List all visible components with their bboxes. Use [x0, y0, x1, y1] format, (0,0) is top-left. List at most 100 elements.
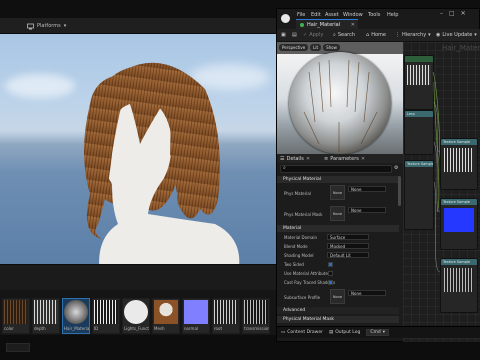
window-controls[interactable]: –□✕ — [440, 10, 472, 17]
asset-thumbnail — [244, 300, 268, 324]
chevron-down-icon: ▾ — [63, 23, 67, 29]
menu-asset[interactable]: Asset — [325, 12, 339, 18]
preview-tab-perspective[interactable]: Perspective — [279, 44, 309, 51]
section-advanced[interactable]: Advanced — [277, 307, 399, 314]
asset-name: Mesh — [154, 326, 165, 331]
asset-tile[interactable]: Hair_Material — [62, 298, 90, 334]
asset-name: transmission — [244, 326, 269, 331]
asset-thumbnail — [154, 300, 178, 324]
cmd-button[interactable]: Cmd ▾ — [366, 329, 389, 336]
shading-model-dropdown[interactable]: Default Lit — [327, 252, 369, 258]
preview-sphere-hair-cards — [303, 59, 378, 152]
asset-thumbnail — [64, 300, 88, 324]
phys-material-dropdown[interactable]: None — [348, 186, 386, 192]
search-button[interactable]: ⌕ Search — [333, 32, 355, 38]
two-sided-checkbox[interactable] — [328, 262, 333, 267]
asset-name: root — [214, 326, 223, 331]
material-domain-dropdown[interactable]: Surface — [327, 234, 369, 240]
asset-thumbnail — [214, 300, 238, 324]
live-update-icon: ◉ — [436, 32, 441, 38]
level-viewport[interactable] — [0, 34, 276, 264]
platforms-icon — [27, 23, 34, 29]
apply-icon: ✓ — [303, 32, 308, 38]
asset-thumbnail — [184, 300, 208, 324]
close-icon[interactable]: ✕ — [361, 156, 365, 162]
log-icon: ▤ — [328, 330, 334, 335]
preview-tab-show[interactable]: Show — [323, 44, 340, 51]
tab-title: Hair_Material — [307, 21, 341, 28]
asset-thumbnail — [94, 300, 118, 324]
menu-tools[interactable]: Tools — [368, 12, 380, 18]
statusbar-button[interactable] — [6, 343, 30, 352]
search-icon: ⌕ — [283, 165, 286, 171]
menu-help[interactable]: Help — [387, 12, 398, 18]
asset-tile[interactable]: depth — [32, 298, 60, 334]
asset-name: color — [4, 326, 14, 331]
hair-model — [84, 62, 240, 264]
menu-window[interactable]: Window — [343, 12, 363, 18]
details-scrollbar[interactable] — [398, 176, 401, 206]
phys-material-mask-thumbnail[interactable]: None — [330, 206, 345, 221]
asset-tile[interactable]: Mesh — [152, 298, 180, 334]
blend-mode-dropdown[interactable]: Masked — [327, 243, 369, 249]
save-icon[interactable]: ▣ — [281, 32, 286, 38]
asset-tile[interactable]: normal — [182, 298, 210, 334]
material-dot-icon — [300, 22, 304, 27]
asset-name: Hair_Material — [64, 326, 89, 331]
parameters-icon: ≡ — [324, 155, 329, 162]
preview-tab-lit[interactable]: Lit — [310, 44, 322, 51]
hierarchy-icon: ⋮ — [395, 32, 400, 38]
phys-material-mask-dropdown[interactable]: None — [348, 207, 386, 213]
menu-file[interactable]: File — [297, 12, 305, 18]
section-physical-material-mask[interactable]: Physical Material Mask — [277, 316, 399, 323]
subsurface-profile-thumbnail[interactable]: None — [330, 289, 345, 304]
asset-thumbnail — [124, 300, 148, 324]
section-physical-material[interactable]: Physical Material — [277, 176, 399, 183]
asset-thumbnail — [34, 300, 58, 324]
section-material[interactable]: Material — [277, 225, 399, 232]
details-search-input[interactable] — [280, 165, 392, 173]
tab-hair-material[interactable]: Hair_Material ✕ — [296, 19, 358, 29]
folder-icon: ▭ — [281, 330, 286, 335]
tab-parameters[interactable]: ≡ Parameters ✕ — [324, 156, 365, 162]
phys-material-thumbnail[interactable]: None — [330, 185, 345, 200]
chevron-down-icon: ▾ — [474, 32, 477, 38]
home-button[interactable]: ⌂ Home — [366, 32, 386, 38]
browse-icon[interactable]: ▤ — [292, 32, 297, 38]
tab-details[interactable]: ☰ Details ✕ — [280, 156, 310, 162]
platforms-label: Platforms — [37, 23, 61, 29]
asset-tile[interactable]: root — [212, 298, 240, 334]
details-tabbar: ☰ Details ✕ ≡ Parameters ✕ — [277, 154, 403, 163]
material-bottom-bar: ▭ Content Drawer ▤ Output Log Cmd ▾ — [277, 326, 480, 338]
close-icon[interactable]: ✕ — [351, 22, 355, 28]
use-material-attributes-checkbox[interactable] — [328, 271, 333, 276]
home-icon: ⌂ — [366, 32, 370, 38]
output-log-button[interactable]: ▤ Output Log — [329, 330, 360, 335]
asset-name: normal — [184, 326, 199, 331]
hierarchy-button[interactable]: ⋮ Hierarchy ▾ — [395, 32, 431, 38]
asset-name: ID — [94, 326, 99, 331]
close-icon[interactable]: ✕ — [306, 156, 310, 162]
preview-toolbar: Perspective Lit Show — [277, 42, 403, 53]
content-drawer-button[interactable]: ▭ Content Drawer — [281, 330, 323, 335]
menu-edit[interactable]: Edit — [311, 12, 321, 18]
details-icon: ☰ — [280, 155, 285, 162]
asset-tile[interactable]: transmission — [242, 298, 270, 334]
content-browser-toolbar — [0, 264, 276, 290]
search-icon: ⌕ — [333, 32, 336, 38]
graph-wires — [432, 71, 441, 273]
apply-button[interactable]: ✓ Apply — [303, 32, 323, 38]
asset-tile[interactable]: ID — [92, 298, 120, 334]
unreal-logo-icon — [281, 14, 290, 23]
cast-ray-traced-shadows-checkbox[interactable] — [328, 280, 333, 285]
settings-icon[interactable]: ⚙ — [394, 165, 398, 171]
subsurface-profile-dropdown[interactable]: None — [348, 290, 386, 296]
asset-tile[interactable]: color — [2, 298, 30, 334]
platforms-button[interactable]: Platforms ▾ — [27, 21, 66, 31]
chevron-down-icon: ▾ — [382, 329, 385, 335]
live-update-button[interactable]: ◉ Live Update ▾ — [436, 32, 477, 38]
asset-tile[interactable]: Lights_Function — [122, 298, 150, 334]
asset-thumbnail — [4, 300, 28, 324]
asset-name: Lights_Function — [124, 326, 149, 331]
chevron-down-icon: ▾ — [428, 32, 431, 38]
